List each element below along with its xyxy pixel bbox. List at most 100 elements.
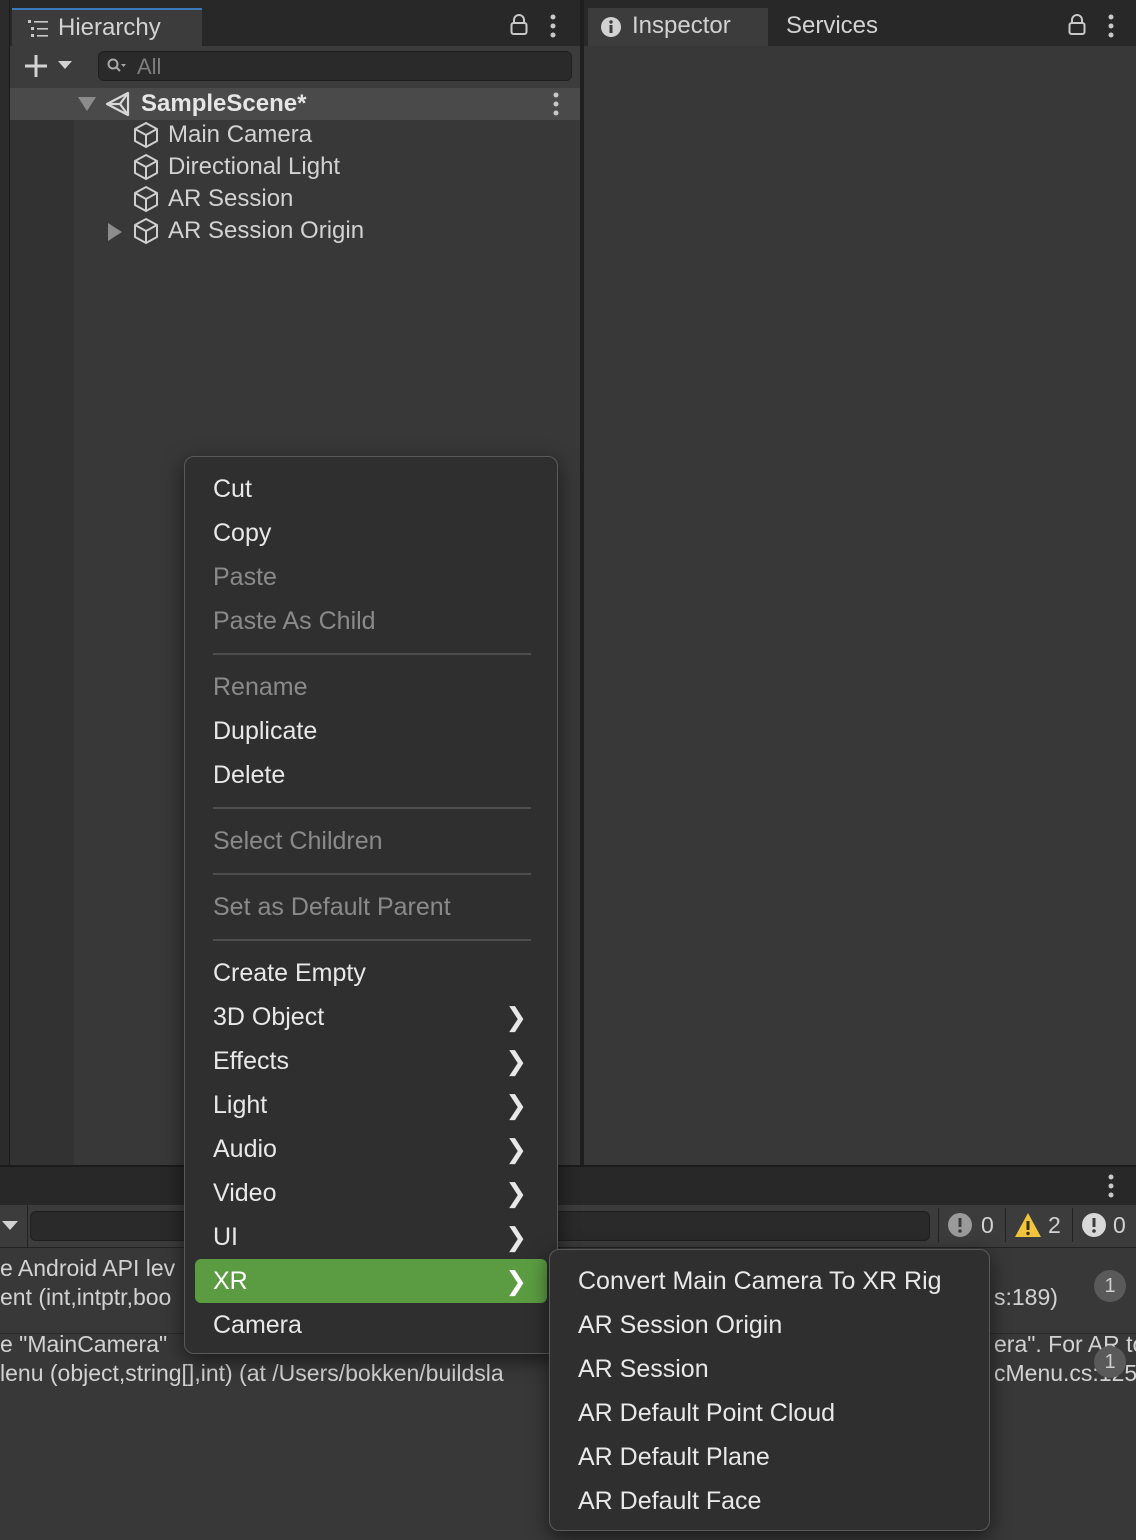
menu-item-rename: Rename bbox=[195, 665, 547, 709]
menu-item-set-default-parent: Set as Default Parent bbox=[195, 885, 547, 929]
expand-arrow-icon[interactable] bbox=[108, 223, 122, 241]
scene-row[interactable]: SampleScene* bbox=[10, 88, 580, 120]
log-line: ent (int,intptr,boo bbox=[0, 1284, 172, 1310]
search-icon bbox=[107, 58, 126, 72]
menu-item-label: Rename bbox=[213, 673, 308, 701]
menu-item-light[interactable]: Light ❯ bbox=[195, 1083, 547, 1127]
lock-icon[interactable] bbox=[1068, 14, 1086, 36]
menu-item-audio[interactable]: Audio ❯ bbox=[195, 1127, 547, 1171]
log-line: lenu (object,string[],int) (at /Users/bo… bbox=[0, 1360, 504, 1386]
submenu-item-label: Convert Main Camera To XR Rig bbox=[578, 1267, 942, 1295]
submenu-item-label: AR Session Origin bbox=[578, 1311, 783, 1339]
menu-item-label: Select Children bbox=[213, 827, 383, 855]
console-more-icon[interactable] bbox=[1106, 1174, 1116, 1198]
menu-item-camera[interactable]: Camera bbox=[195, 1303, 547, 1347]
error-icon bbox=[1082, 1213, 1106, 1237]
console-header bbox=[0, 1165, 1136, 1205]
chevron-right-icon: ❯ bbox=[505, 1266, 527, 1296]
lock-icon[interactable] bbox=[510, 14, 528, 36]
submenu-item-ar-default-face[interactable]: AR Default Face bbox=[560, 1479, 980, 1523]
tab-inspector-label: Inspector bbox=[632, 12, 731, 39]
gameobject-icon bbox=[134, 186, 158, 212]
menu-item-label: Set as Default Parent bbox=[213, 893, 451, 921]
menu-item-label: XR bbox=[213, 1267, 248, 1295]
menu-item-duplicate[interactable]: Duplicate bbox=[195, 709, 547, 753]
menu-item-label: UI bbox=[213, 1223, 238, 1251]
info-icon bbox=[601, 17, 621, 37]
menu-item-label: Video bbox=[213, 1179, 277, 1207]
create-button[interactable] bbox=[20, 52, 78, 80]
log-count-badge: 1 bbox=[1094, 1346, 1126, 1378]
dropdown-arrow-icon bbox=[58, 61, 72, 69]
menu-item-label: Cut bbox=[213, 475, 252, 503]
scene-more-icon[interactable] bbox=[551, 92, 561, 116]
chevron-right-icon: ❯ bbox=[505, 1002, 527, 1032]
menu-item-label: Paste bbox=[213, 563, 277, 591]
tab-services[interactable]: Services bbox=[776, 8, 896, 46]
menu-item-ui[interactable]: UI ❯ bbox=[195, 1215, 547, 1259]
log-line: e Android API lev bbox=[0, 1255, 176, 1281]
more-options-icon[interactable] bbox=[548, 14, 558, 38]
menu-item-delete[interactable]: Delete bbox=[195, 753, 547, 797]
info-count: 0 bbox=[981, 1212, 994, 1238]
hierarchy-item-label: AR Session Origin bbox=[168, 217, 365, 244]
expand-arrow-icon[interactable] bbox=[78, 97, 96, 111]
hierarchy-indent-gutter bbox=[10, 120, 74, 1165]
submenu-item-convert-main-camera[interactable]: Convert Main Camera To XR Rig bbox=[560, 1259, 980, 1303]
menu-separator bbox=[213, 873, 531, 875]
menu-item-video[interactable]: Video ❯ bbox=[195, 1171, 547, 1215]
menu-item-paste: Paste bbox=[195, 555, 547, 599]
xr-submenu: Convert Main Camera To XR Rig AR Session… bbox=[549, 1249, 990, 1531]
tab-hierarchy[interactable]: Hierarchy bbox=[12, 8, 202, 46]
hierarchy-item-label: AR Session bbox=[168, 185, 294, 212]
submenu-item-ar-session-origin[interactable]: AR Session Origin bbox=[560, 1303, 980, 1347]
menu-item-copy[interactable]: Copy bbox=[195, 511, 547, 555]
chevron-right-icon: ❯ bbox=[505, 1090, 527, 1120]
list-icon bbox=[28, 20, 48, 37]
tab-hierarchy-label: Hierarchy bbox=[58, 14, 161, 41]
log-line: e "MainCamera" bbox=[0, 1331, 168, 1357]
menu-item-label: 3D Object bbox=[213, 1003, 325, 1031]
tab-inspector[interactable]: Inspector bbox=[588, 8, 768, 46]
submenu-item-ar-default-plane[interactable]: AR Default Plane bbox=[560, 1435, 980, 1479]
left-panel-edge bbox=[0, 0, 10, 1165]
info-count-button[interactable]: 0 bbox=[938, 1208, 1002, 1242]
error-count: 0 bbox=[1113, 1212, 1126, 1238]
menu-item-3d-object[interactable]: 3D Object ❯ bbox=[195, 995, 547, 1039]
submenu-item-ar-default-point-cloud[interactable]: AR Default Point Cloud bbox=[560, 1391, 980, 1435]
chevron-right-icon: ❯ bbox=[505, 1046, 527, 1076]
hierarchy-item-label: Main Camera bbox=[168, 121, 313, 148]
menu-item-effects[interactable]: Effects ❯ bbox=[195, 1039, 547, 1083]
error-count-button[interactable]: 0 bbox=[1072, 1208, 1136, 1242]
inspector-panel bbox=[584, 0, 1136, 1165]
warning-count-button[interactable]: 2 bbox=[1005, 1208, 1069, 1242]
menu-item-label: Duplicate bbox=[213, 717, 318, 745]
submenu-item-label: AR Session bbox=[578, 1355, 709, 1383]
log-line-tail: s:189) bbox=[994, 1284, 1058, 1310]
menu-item-xr[interactable]: XR ❯ bbox=[195, 1259, 547, 1303]
menu-item-label: Effects bbox=[213, 1047, 289, 1075]
submenu-item-ar-session[interactable]: AR Session bbox=[560, 1347, 980, 1391]
hierarchy-search-input[interactable]: All bbox=[98, 51, 572, 81]
menu-separator bbox=[213, 939, 531, 941]
dropdown-arrow-icon[interactable] bbox=[2, 1221, 18, 1231]
gameobject-icon bbox=[134, 122, 158, 148]
menu-item-label: Copy bbox=[213, 519, 272, 547]
warning-count: 2 bbox=[1048, 1212, 1061, 1238]
menu-item-label: Audio bbox=[213, 1135, 277, 1163]
submenu-item-label: AR Default Face bbox=[578, 1487, 762, 1515]
unity-scene-icon bbox=[105, 91, 130, 117]
menu-item-label: Paste As Child bbox=[213, 607, 376, 635]
menu-item-create-empty[interactable]: Create Empty bbox=[195, 951, 547, 995]
info-bubble-icon bbox=[948, 1213, 972, 1237]
menu-item-label: Light bbox=[213, 1091, 268, 1119]
context-menu: Cut Copy Paste Paste As Child Rename Dup… bbox=[184, 456, 558, 1354]
search-placeholder: All bbox=[137, 54, 162, 79]
gameobject-icon bbox=[134, 154, 158, 180]
chevron-right-icon: ❯ bbox=[505, 1178, 527, 1208]
more-options-icon[interactable] bbox=[1106, 14, 1116, 38]
submenu-item-label: AR Default Point Cloud bbox=[578, 1399, 836, 1427]
log-count-badge: 1 bbox=[1094, 1270, 1126, 1302]
menu-item-cut[interactable]: Cut bbox=[195, 467, 547, 511]
menu-separator bbox=[213, 653, 531, 655]
